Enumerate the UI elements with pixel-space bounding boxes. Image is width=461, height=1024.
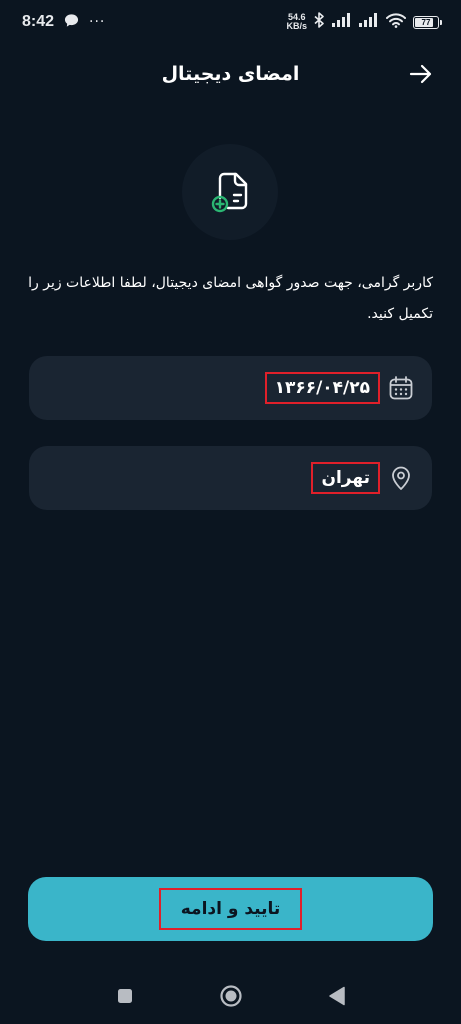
- status-bar: 8:42 ··· 54.6 KB/s 77: [0, 0, 461, 44]
- hero-icon-circle: [182, 144, 278, 240]
- battery-level: 77: [421, 17, 431, 27]
- birth-date-value: ۱۳۶۶/۰۴/۲۵: [264, 372, 380, 404]
- description-text: کاربر گرامی، جهت صدور گواهی امضای دیجیتا…: [28, 275, 433, 322]
- network-speed-unit: KB/s: [286, 21, 307, 31]
- back-button[interactable]: [407, 60, 435, 88]
- circle-icon: [219, 985, 242, 1007]
- chat-bubble-icon: [64, 13, 79, 32]
- more-notifications-icon: ···: [89, 14, 106, 30]
- bluetooth-icon: [314, 12, 325, 32]
- recent-apps-button[interactable]: [113, 984, 137, 1008]
- header: امضای دیجیتال: [0, 52, 461, 96]
- network-speed: 54.6 KB/s: [286, 13, 307, 31]
- signal-icon-1: [332, 13, 352, 31]
- back-nav-button[interactable]: [325, 984, 349, 1008]
- triangle-back-icon: [328, 986, 345, 1006]
- confirm-continue-button[interactable]: تایید و ادامه: [28, 877, 433, 941]
- location-pin-icon: [388, 465, 414, 491]
- birth-date-field[interactable]: ۱۳۶۶/۰۴/۲۵: [29, 356, 432, 420]
- home-button[interactable]: [219, 984, 243, 1008]
- square-icon: [117, 989, 132, 1003]
- signal-icon-2: [359, 13, 379, 31]
- confirm-continue-label: تایید و ادامه: [158, 888, 303, 930]
- page-title: امضای دیجیتال: [161, 63, 300, 85]
- system-nav-bar: [0, 968, 461, 1024]
- arrow-right-icon: [409, 64, 432, 84]
- document-add-icon: [211, 172, 248, 213]
- status-right: 54.6 KB/s 77: [286, 12, 442, 32]
- calendar-icon: [388, 375, 414, 401]
- city-field[interactable]: تهران: [29, 446, 432, 510]
- city-value: تهران: [311, 462, 380, 494]
- status-time: 8:42: [22, 13, 55, 30]
- battery-icon: 77: [413, 15, 442, 29]
- wifi-icon: [386, 12, 406, 32]
- status-left: 8:42 ···: [22, 13, 105, 32]
